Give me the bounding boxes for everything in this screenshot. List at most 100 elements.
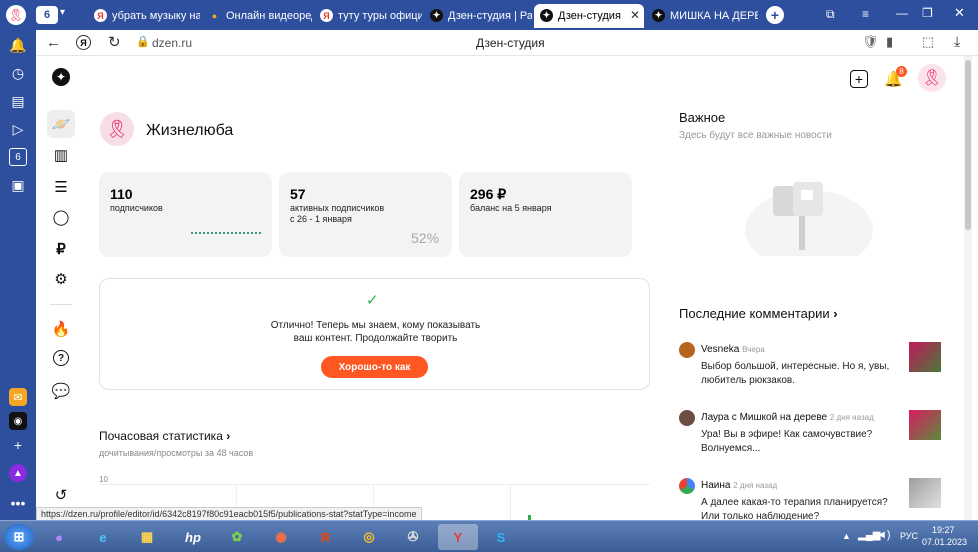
- new-tab-button[interactable]: +: [766, 6, 784, 24]
- window-collections-icon[interactable]: ⧉: [826, 7, 835, 22]
- latest-comments-header[interactable]: Последние комментарии ›: [679, 306, 838, 321]
- comment-text-2: Волнуемся...: [701, 443, 761, 454]
- comment-item[interactable]: Наина 2 дня назад А далее какая-то терап…: [679, 478, 941, 522]
- video-editor-icon: ●: [211, 10, 218, 21]
- ruble-icon[interactable]: ₽: [50, 238, 72, 260]
- more-icon[interactable]: •••: [9, 494, 27, 512]
- bookmark-icon[interactable]: ▮: [886, 34, 893, 50]
- minimize-icon[interactable]: —: [896, 6, 908, 20]
- yandex-browser-taskbar-button[interactable]: Y: [438, 524, 478, 550]
- scrollbar-thumb[interactable]: [965, 60, 971, 230]
- profile-avatar[interactable]: 🎗: [6, 5, 26, 25]
- comment-item[interactable]: Лаура с Мишкой на дереве 2 дня назад Ура…: [679, 410, 941, 460]
- tab-item[interactable]: ✦ МИШКА НА ДЕРЕВЕ: [646, 4, 758, 28]
- comment-item[interactable]: Vesneka Вчера Выбор большой, интересные.…: [679, 342, 941, 392]
- notice-line-1: Отлично! Теперь мы знаем, кому показыват…: [270, 320, 481, 331]
- post-thumbnail[interactable]: [909, 410, 941, 440]
- tab-item[interactable]: ● Онлайн видеоред: [202, 4, 312, 28]
- ok-button[interactable]: Хорошо-то как: [321, 356, 428, 378]
- history-icon[interactable]: ◷: [9, 64, 27, 82]
- page-title: Дзен-студия: [476, 36, 545, 50]
- language-indicator[interactable]: РУС: [900, 531, 918, 541]
- start-button[interactable]: ⊞: [4, 524, 34, 550]
- yandex-button-icon[interactable]: Я: [76, 35, 91, 50]
- tab-title: Онлайн видеоред: [226, 10, 312, 22]
- tab-item[interactable]: Я убрать музыку на: [88, 4, 200, 28]
- stat-card-active-subscribers[interactable]: 57 активных подписчиков с 26 - 1 января …: [279, 172, 452, 257]
- dzen-logo-icon[interactable]: ✦: [52, 68, 70, 86]
- ie-icon[interactable]: e: [88, 524, 118, 550]
- stat-card-balance[interactable]: 296 ₽ баланс на 5 января: [459, 172, 632, 257]
- chevron-right-icon: ›: [226, 429, 231, 443]
- tabs-six-icon[interactable]: 6: [9, 148, 27, 166]
- url-text[interactable]: dzen.ru: [152, 36, 192, 50]
- gallery-icon[interactable]: ▣: [9, 176, 27, 194]
- planet-icon[interactable]: 🪐: [47, 110, 75, 138]
- chat-icon[interactable]: 💬: [50, 380, 72, 402]
- commenter-avatar: [679, 342, 695, 358]
- clock-date[interactable]: 07.01.2023: [922, 537, 967, 547]
- stat-period: с 26 - 1 января: [290, 214, 352, 224]
- channel-avatar: 🎗: [100, 112, 134, 146]
- volume-icon[interactable]: ◄): [876, 529, 891, 541]
- skype-icon[interactable]: S: [486, 524, 516, 550]
- firefox-icon[interactable]: ◉: [266, 524, 296, 550]
- extension-icon[interactable]: ⬚: [922, 34, 934, 50]
- stat-label: подписчиков: [110, 203, 163, 213]
- post-thumbnail[interactable]: [909, 478, 941, 508]
- tabs-dropdown-icon[interactable]: ▾: [60, 7, 65, 18]
- comment-text-1: А далее какая-то терапия планируется?: [701, 497, 888, 508]
- yandex-taskbar-icon[interactable]: Я: [310, 524, 340, 550]
- restore-icon[interactable]: ❐: [922, 6, 933, 20]
- tab-count-badge[interactable]: 6: [36, 6, 58, 24]
- create-button[interactable]: +: [850, 70, 868, 88]
- stat-value: 57: [290, 186, 306, 202]
- alice-taskbar-icon[interactable]: ●: [44, 524, 74, 550]
- protect-icon[interactable]: 🛡: [862, 34, 879, 50]
- post-thumbnail[interactable]: [909, 342, 941, 372]
- back-icon[interactable]: ←: [46, 34, 61, 51]
- tray-arrow-icon[interactable]: ▲: [842, 531, 851, 541]
- clock-time[interactable]: 19:27: [932, 525, 955, 535]
- mail-icon[interactable]: ✉: [9, 388, 27, 406]
- audience-notice-card: ✓ Отлично! Теперь мы знаем, кому показыв…: [99, 278, 650, 390]
- notifications-badge: 8: [896, 66, 907, 77]
- close-tab-icon[interactable]: ✕: [630, 8, 640, 22]
- stats-icon[interactable]: ▥: [50, 144, 72, 166]
- tab-item[interactable]: Я туту туры официа: [314, 4, 422, 28]
- settings-icon[interactable]: ⚙: [50, 268, 72, 290]
- hp-icon[interactable]: hp: [178, 524, 208, 550]
- reload-icon[interactable]: ↻: [108, 33, 121, 51]
- stat-card-subscribers[interactable]: 110 подписчиков: [99, 172, 272, 257]
- bell-icon[interactable]: 🔔: [9, 36, 27, 54]
- chart-axis-label: 10: [99, 475, 108, 484]
- commenter-avatar: [679, 410, 695, 426]
- alice-icon[interactable]: ▲: [9, 464, 27, 482]
- downloads-panel-icon[interactable]: ≡: [862, 7, 869, 21]
- help-icon[interactable]: ?: [53, 350, 69, 366]
- comments-icon[interactable]: ◯: [50, 206, 72, 228]
- tab-item-active[interactable]: ✦ Дзен-студия ✕: [534, 4, 644, 28]
- reader-icon[interactable]: ▤: [9, 92, 27, 110]
- video-icon[interactable]: ▷: [9, 120, 27, 138]
- dzen-icon: ✦: [540, 9, 553, 22]
- publications-icon[interactable]: ☰: [50, 176, 72, 198]
- tab-item[interactable]: ✦ Дзен-студия | Раб: [424, 4, 532, 28]
- address-bar: ← Я ↻ 🔒 dzen.ru Дзен-студия 🛡 ▮ ⬚ ⤓: [36, 30, 978, 56]
- side-divider: [50, 304, 72, 305]
- download-icon[interactable]: ⤓: [954, 33, 960, 50]
- media-icon[interactable]: ✇: [398, 524, 428, 550]
- page-scrollbar[interactable]: [964, 56, 972, 520]
- hourly-stats-title[interactable]: Почасовая статистика ›: [99, 429, 230, 443]
- commenter-avatar: [679, 478, 695, 494]
- logout-icon[interactable]: ↺: [50, 484, 72, 506]
- chrome-icon[interactable]: ◎: [354, 524, 384, 550]
- music-icon[interactable]: ◉: [9, 412, 27, 430]
- fire-icon[interactable]: 🔥: [50, 318, 72, 340]
- tab-title: Дзен-студия | Раб: [448, 10, 532, 22]
- close-window-icon[interactable]: ✕: [954, 5, 965, 21]
- user-avatar[interactable]: 🎗: [918, 64, 946, 92]
- explorer-icon[interactable]: ▦: [132, 524, 162, 550]
- add-panel-icon[interactable]: +: [9, 436, 27, 454]
- icq-icon[interactable]: ✿: [222, 524, 252, 550]
